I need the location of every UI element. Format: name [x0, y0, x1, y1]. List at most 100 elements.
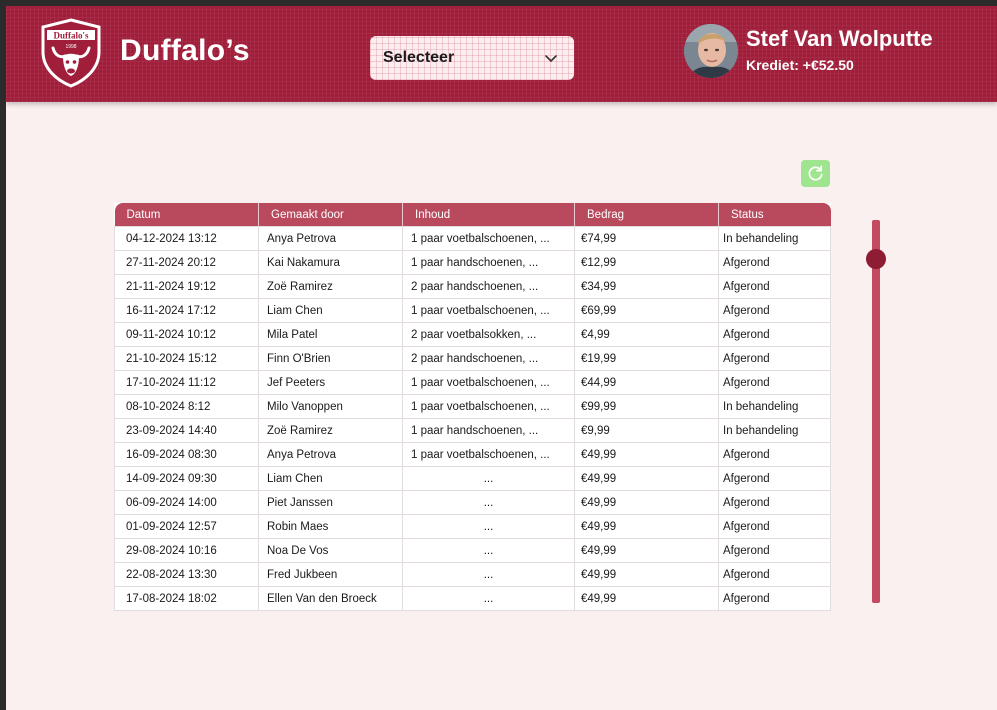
cell-amount: €49,99	[574, 586, 719, 611]
select-dropdown[interactable]: Selecteer	[370, 36, 574, 80]
column-header-amount[interactable]: Bedrag	[574, 203, 719, 227]
cell-date: 16-09-2024 08:30	[114, 442, 259, 467]
table-row[interactable]: 23-09-2024 14:40 Zoë Ramirez 1 paar handsc…	[114, 418, 831, 443]
cell-amount: €44,99	[574, 370, 719, 395]
cell-status: Afgerond	[718, 250, 831, 275]
table-row[interactable]: 27-11-2024 20:12 Kai Nakamura 1 paar hands…	[114, 250, 831, 275]
table-row[interactable]: 09-11-2024 10:12 Mila Patel 2 paar voetbal…	[114, 322, 831, 347]
cell-content: ...	[402, 586, 575, 611]
cell-content: 1 paar handschoenen, ...	[402, 418, 575, 443]
avatar[interactable]	[684, 24, 738, 78]
cell-created-by: Zoë Ramirez	[258, 418, 403, 443]
cell-date: 29-08-2024 10:16	[114, 538, 259, 563]
cell-created-by: Robin Maes	[258, 514, 403, 539]
scrollbar-thumb[interactable]	[866, 249, 886, 269]
cell-content: ...	[402, 562, 575, 587]
table-row[interactable]: 17-08-2024 18:02 Ellen Van den Broeck... €…	[114, 586, 831, 611]
cell-date: 09-11-2024 10:12	[114, 322, 259, 347]
cell-created-by: Noa De Vos	[258, 538, 403, 563]
cell-amount: €19,99	[574, 346, 719, 371]
cell-status: Afgerond	[718, 490, 831, 515]
cell-created-by: Milo Vanoppen	[258, 394, 403, 419]
cell-content: ...	[402, 466, 575, 491]
cell-content: ...	[402, 514, 575, 539]
table-row[interactable]: 21-11-2024 19:12 Zoë Ramirez 2 paar handsc…	[114, 274, 831, 299]
cell-status: Afgerond	[718, 538, 831, 563]
cell-date: 21-10-2024 15:12	[114, 346, 259, 371]
refresh-button[interactable]	[801, 160, 830, 187]
cell-content: 1 paar voetbalschoenen, ...	[402, 226, 575, 251]
cell-created-by: Jef Peeters	[258, 370, 403, 395]
cell-content: 2 paar handschoenen, ...	[402, 346, 575, 371]
avatar-photo	[684, 24, 738, 78]
cell-status: Afgerond	[718, 346, 831, 371]
cell-status: In behandeling	[718, 226, 831, 251]
user-name: Stef Van Wolputte	[746, 26, 933, 51]
header-bar: Duffalo's 1998 Duffalo’s Selecteer Stef …	[6, 6, 997, 102]
chevron-down-icon	[545, 55, 557, 62]
table-row[interactable]: 06-09-2024 14:00 Piet Janssen... €49,99 Afg…	[114, 490, 831, 515]
orders-table: Datum Gemaakt door Inhoud Bedrag Status …	[114, 203, 831, 611]
cell-content: 1 paar voetbalschoenen, ...	[402, 370, 575, 395]
cell-amount: €49,99	[574, 514, 719, 539]
cell-created-by: Mila Patel	[258, 322, 403, 347]
cell-amount: €49,99	[574, 490, 719, 515]
table-row[interactable]: 04-12-2024 13:12 Anya Petrova 1 paar voetb…	[114, 226, 831, 251]
cell-date: 21-11-2024 19:12	[114, 274, 259, 299]
cell-amount: €34,99	[574, 274, 719, 299]
app-window: Duffalo's 1998 Duffalo’s Selecteer Stef …	[6, 6, 997, 710]
scrollbar-track[interactable]	[872, 220, 880, 603]
cell-created-by: Finn O'Brien	[258, 346, 403, 371]
refresh-icon	[808, 165, 823, 181]
cell-status: Afgerond	[718, 562, 831, 587]
select-label: Selecteer	[383, 49, 455, 66]
logo-text: Duffalo's	[53, 31, 89, 41]
cell-amount: €4,99	[574, 322, 719, 347]
cell-created-by: Liam Chen	[258, 298, 403, 323]
table-row[interactable]: 16-11-2024 17:12 Liam Chen 1 paar voetbals…	[114, 298, 831, 323]
cell-content: 1 paar voetbalschoenen, ...	[402, 298, 575, 323]
logo-year: 1998	[65, 44, 76, 50]
table-row[interactable]: 21-10-2024 15:12 Finn O'Brien 2 paar hands…	[114, 346, 831, 371]
cell-date: 17-08-2024 18:02	[114, 586, 259, 611]
cell-status: Afgerond	[718, 586, 831, 611]
table-row[interactable]: 14-09-2024 09:30 Liam Chen... €49,99 Afgero…	[114, 466, 831, 491]
table-row[interactable]: 17-10-2024 11:12 Jef Peeters 1 paar voetba…	[114, 370, 831, 395]
column-header-status[interactable]: Status	[718, 203, 831, 227]
table-row[interactable]: 22-08-2024 13:30 Fred Jukbeen... €49,99 Afg…	[114, 562, 831, 587]
cell-status: In behandeling	[718, 394, 831, 419]
bull-logo[interactable]: Duffalo's 1998	[39, 18, 103, 88]
cell-content: ...	[402, 538, 575, 563]
cell-created-by: Anya Petrova	[258, 226, 403, 251]
table-row[interactable]: 16-09-2024 08:30 Anya Petrova 1 paar voetb…	[114, 442, 831, 467]
credit-balance: Krediet: +€52.50	[746, 57, 854, 73]
cell-date: 27-11-2024 20:12	[114, 250, 259, 275]
cell-date: 08-10-2024 8:12	[114, 394, 259, 419]
cell-status: In behandeling	[718, 418, 831, 443]
cell-created-by: Liam Chen	[258, 466, 403, 491]
column-header-content[interactable]: Inhoud	[402, 203, 575, 227]
cell-date: 17-10-2024 11:12	[114, 370, 259, 395]
brand-name: Duffalo’s	[120, 34, 250, 67]
column-header-created-by[interactable]: Gemaakt door	[258, 203, 403, 227]
cell-amount: €74,99	[574, 226, 719, 251]
table-row[interactable]: 01-09-2024 12:57 Robin Maes... €49,99 Afger…	[114, 514, 831, 539]
table-row[interactable]: 29-08-2024 10:16 Noa De Vos... €49,99 Afger…	[114, 538, 831, 563]
cell-amount: €99,99	[574, 394, 719, 419]
cell-content: 1 paar voetbalschoenen, ...	[402, 394, 575, 419]
column-header-date[interactable]: Datum	[114, 203, 259, 227]
cell-date: 23-09-2024 14:40	[114, 418, 259, 443]
cell-amount: €49,99	[574, 466, 719, 491]
cell-status: Afgerond	[718, 274, 831, 299]
table-row[interactable]: 08-10-2024 8:12 Milo Vanoppen 1 paar voetb…	[114, 394, 831, 419]
cell-content: 2 paar voetbalsokken, ...	[402, 322, 575, 347]
cell-content: 1 paar voetbalschoenen, ...	[402, 442, 575, 467]
cell-status: Afgerond	[718, 370, 831, 395]
cell-date: 16-11-2024 17:12	[114, 298, 259, 323]
cell-amount: €69,99	[574, 298, 719, 323]
cell-status: Afgerond	[718, 466, 831, 491]
cell-date: 06-09-2024 14:00	[114, 490, 259, 515]
cell-date: 01-09-2024 12:57	[114, 514, 259, 539]
cell-content: ...	[402, 490, 575, 515]
table-header-row: Datum Gemaakt door Inhoud Bedrag Status	[114, 203, 831, 227]
